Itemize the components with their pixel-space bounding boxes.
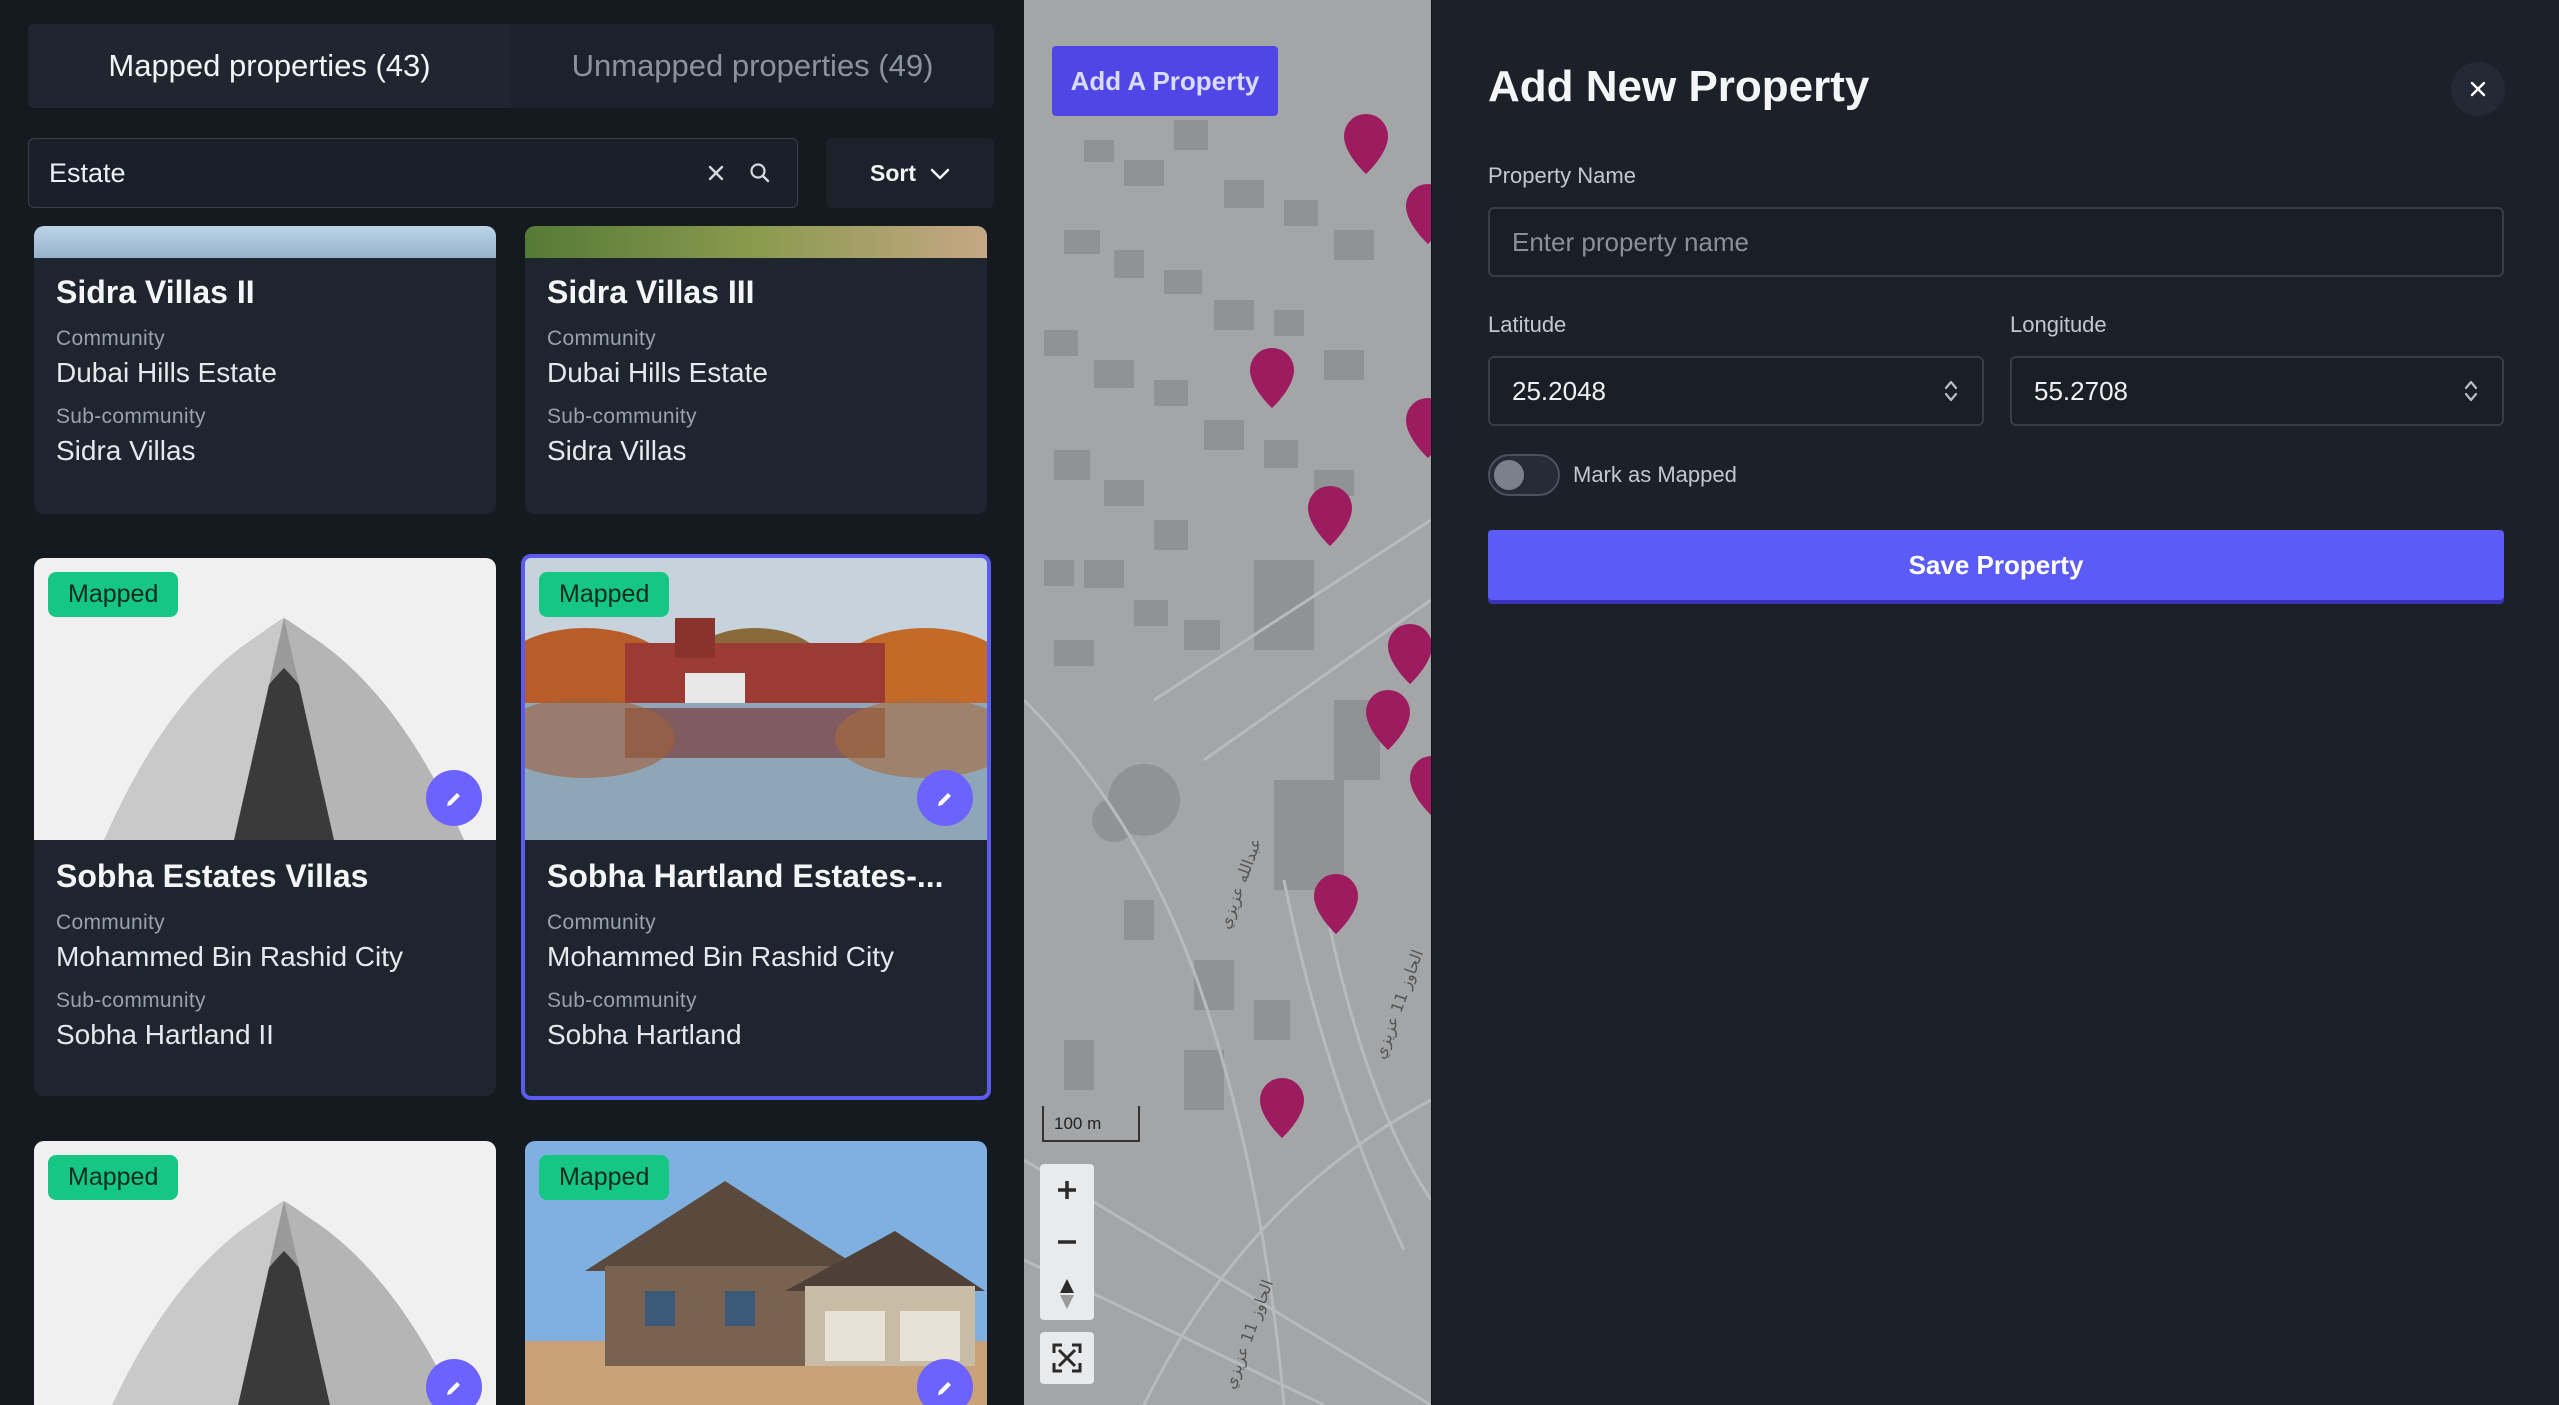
sub-community-label: Sub-community <box>547 405 697 428</box>
property-card[interactable]: Mapped Sobha Estates Villas Community Mo… <box>34 558 496 1096</box>
spinner-icon[interactable] <box>2462 377 2480 405</box>
community-value: Mohammed Bin Rashid City <box>56 941 404 972</box>
zoom-in-button[interactable] <box>1040 1164 1094 1216</box>
sub-community-value: Sobha Hartland <box>547 1019 742 1050</box>
map-scale: 100 m <box>1042 1106 1140 1142</box>
search-icon[interactable] <box>743 156 777 190</box>
fullscreen-button[interactable] <box>1040 1332 1094 1384</box>
property-card-selected[interactable]: Mapped Sobha Hartland Estates-... Commun… <box>521 554 991 1100</box>
property-image <box>34 226 496 258</box>
chevron-down-icon <box>930 160 950 187</box>
toggle-knob <box>1494 460 1524 490</box>
mapped-badge: Mapped <box>539 572 670 617</box>
sub-community-value: Sobha Hartland II <box>56 1019 274 1050</box>
save-property-button[interactable]: Save Property <box>1488 530 2504 600</box>
map-zoom-controls <box>1040 1164 1094 1320</box>
property-image: Mapped <box>525 558 987 840</box>
property-card[interactable]: Sidra Villas III Community Dubai Hills E… <box>525 226 987 514</box>
mark-as-mapped-toggle[interactable] <box>1488 454 1560 496</box>
sub-community-label: Sub-community <box>56 989 206 1012</box>
community-label: Community <box>547 911 656 934</box>
zoom-out-button[interactable] <box>1040 1216 1094 1268</box>
sort-button[interactable]: Sort <box>826 138 994 208</box>
property-image: Mapped <box>34 1141 496 1405</box>
longitude-label: Longitude <box>2010 312 2107 337</box>
community-value: Dubai Hills Estate <box>547 357 768 388</box>
property-card[interactable]: Mapped <box>34 1141 496 1405</box>
add-property-button[interactable]: Add A Property <box>1052 46 1278 116</box>
mapped-badge: Mapped <box>48 572 179 617</box>
property-card[interactable]: Sidra Villas II Community Dubai Hills Es… <box>34 226 496 514</box>
community-label: Community <box>56 911 165 934</box>
compass-icon <box>1060 1279 1074 1309</box>
drawer-title: Add New Property <box>1488 62 1870 111</box>
mapped-badge: Mapped <box>48 1155 179 1200</box>
pencil-icon <box>938 793 951 806</box>
property-title: Sobha Estates Villas <box>56 858 369 894</box>
add-property-drawer: Add New Property Property Name Latitude … <box>1431 0 2559 1405</box>
longitude-field <box>2010 356 2504 426</box>
property-card[interactable]: Mapped <box>525 1141 987 1405</box>
edit-button[interactable] <box>917 770 973 826</box>
community-value: Mohammed Bin Rashid City <box>547 941 895 972</box>
sub-community-value: Sidra Villas <box>56 435 196 466</box>
property-title: Sidra Villas II <box>56 274 255 310</box>
latitude-label: Latitude <box>1488 312 1567 337</box>
sub-community-label: Sub-community <box>56 405 206 428</box>
latitude-input[interactable] <box>1512 375 1942 407</box>
property-title: Sobha Hartland Estates-... <box>547 858 944 894</box>
search-input[interactable] <box>49 157 689 189</box>
clear-icon[interactable] <box>699 156 733 190</box>
latitude-field <box>1488 356 1984 426</box>
property-tabs: Mapped properties (43) Unmapped properti… <box>28 24 994 108</box>
community-label: Community <box>56 327 165 350</box>
tab-mapped[interactable]: Mapped properties (43) <box>28 24 511 108</box>
property-name-label: Property Name <box>1488 163 1636 188</box>
spinner-icon[interactable] <box>1942 377 1960 405</box>
property-image: Mapped <box>34 558 496 840</box>
sub-community-value: Sidra Villas <box>547 435 687 466</box>
map-view[interactable]: عبدالله عزيزي الحاوز 11 عزيزي الحاوز 11 … <box>1024 0 1431 1405</box>
edit-button[interactable] <box>426 770 482 826</box>
property-image <box>525 226 987 258</box>
pencil-icon <box>447 1382 460 1395</box>
close-button[interactable] <box>2451 62 2505 116</box>
community-value: Dubai Hills Estate <box>56 357 277 388</box>
property-name-input[interactable] <box>1512 226 2480 258</box>
fullscreen-control <box>1040 1332 1094 1384</box>
property-name-field <box>1488 207 2504 277</box>
close-icon <box>2470 81 2486 97</box>
sub-community-label: Sub-community <box>547 989 697 1012</box>
tab-unmapped[interactable]: Unmapped properties (49) <box>511 24 994 108</box>
property-list-panel: Mapped properties (43) Unmapped properti… <box>0 0 1024 1405</box>
sort-label: Sort <box>870 159 916 186</box>
pencil-icon <box>447 793 460 806</box>
pencil-icon <box>938 1382 951 1395</box>
fullscreen-icon <box>1052 1343 1082 1373</box>
property-title: Sidra Villas III <box>547 274 755 310</box>
search-box <box>28 138 798 208</box>
community-label: Community <box>547 327 656 350</box>
compass-button[interactable] <box>1040 1268 1094 1320</box>
longitude-input[interactable] <box>2034 375 2462 407</box>
property-image: Mapped <box>525 1141 987 1405</box>
minus-icon <box>1058 1240 1076 1244</box>
mark-as-mapped-label: Mark as Mapped <box>1573 462 1737 487</box>
plus-icon <box>1058 1181 1076 1199</box>
mapped-badge: Mapped <box>539 1155 670 1200</box>
